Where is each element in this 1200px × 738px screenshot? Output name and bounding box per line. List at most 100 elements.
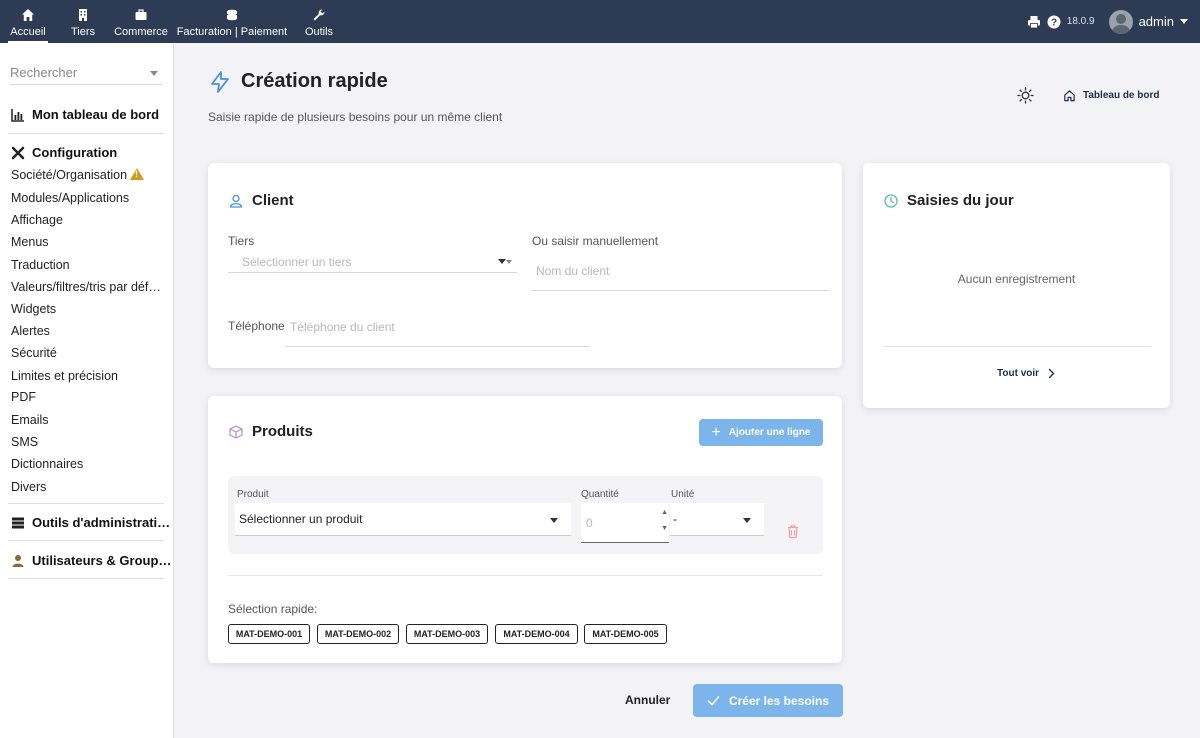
empty-state: Aucun enregistrement: [957, 272, 1076, 286]
box-icon: [229, 424, 243, 439]
nav-facturation[interactable]: Facturation | Paiement: [176, 0, 288, 43]
unit-column-label: Unité: [671, 489, 695, 500]
quick-chip[interactable]: MAT-DEMO-005: [584, 624, 667, 644]
divider: [8, 540, 164, 541]
sidebar-section-users[interactable]: Utilisateurs & Group…: [11, 553, 171, 568]
phone-label: Téléphone: [228, 319, 285, 333]
sidebar-item-divers[interactable]: Divers: [11, 480, 46, 494]
clock-icon: [884, 193, 898, 208]
product-select[interactable]: Sélectionner un produit: [235, 503, 571, 536]
sidebar-item-modules[interactable]: Modules/Applications: [11, 191, 129, 205]
chevron-down-icon: [506, 260, 512, 264]
tiers-select[interactable]: Sélectionner un tiers: [242, 255, 517, 273]
quick-chip[interactable]: MAT-DEMO-003: [406, 624, 488, 644]
spin-down-icon[interactable]: ▼: [661, 525, 668, 532]
sidebar-item-limites[interactable]: Limites et précision: [11, 369, 118, 383]
client-name-placeholder: Nom du client: [536, 264, 610, 278]
nav-label: Commerce: [114, 26, 168, 38]
nav-accueil[interactable]: Accueil: [8, 0, 48, 43]
underline: [532, 290, 829, 291]
trash-icon[interactable]: [786, 524, 800, 539]
sidebar-section-admin-tools[interactable]: Outils d'administrati…: [11, 515, 170, 530]
nav-outils[interactable]: Outils: [303, 0, 335, 43]
help-icon[interactable]: ?: [1047, 15, 1061, 29]
tiers-placeholder: Sélectionner un tiers: [242, 255, 352, 269]
chart-icon: [11, 108, 24, 122]
unit-select[interactable]: -: [670, 503, 764, 536]
quick-chip[interactable]: MAT-DEMO-004: [495, 624, 578, 644]
quick-chip[interactable]: MAT-DEMO-001: [228, 624, 310, 644]
sidebar-item-pdf[interactable]: PDF: [11, 390, 36, 404]
add-line-button[interactable]: + Ajouter une ligne: [699, 419, 823, 446]
sidebar-section-configuration[interactable]: Configuration: [11, 145, 117, 160]
chevron-down-icon: [150, 71, 158, 76]
product-select-value: Sélectionner un produit: [239, 512, 363, 526]
add-line-label: Ajouter une ligne: [728, 427, 811, 438]
home-outline-icon: [1064, 90, 1075, 102]
sun-icon[interactable]: [1017, 87, 1034, 104]
see-all-link[interactable]: Tout voir: [997, 368, 1056, 379]
sidebar-item-label: Mon tableau de bord: [32, 107, 160, 122]
sidebar-item-label: Société/Organisation: [11, 168, 128, 182]
quantity-column-label: Quantité: [581, 489, 619, 500]
version-label: 18.0.9: [1066, 16, 1095, 27]
search-placeholder: Rechercher: [10, 65, 78, 80]
underline: [286, 346, 590, 347]
quick-chip[interactable]: MAT-DEMO-002: [317, 624, 399, 644]
client-card-title: Client: [229, 192, 294, 209]
nav-label: Tiers: [70, 26, 96, 38]
sidebar-item-sms[interactable]: SMS: [11, 435, 38, 449]
sidebar-item-securite[interactable]: Sécurité: [11, 346, 57, 360]
topbar-right: ? 18.0.9 admin: [1027, 0, 1200, 43]
quantity-placeholder: 0: [586, 516, 593, 530]
spin-up-icon[interactable]: ▲: [661, 509, 668, 516]
print-icon[interactable]: [1027, 15, 1041, 29]
tiers-label: Tiers: [228, 234, 255, 248]
check-icon: [707, 696, 720, 706]
sidebar-item-societe[interactable]: Société/Organisation: [11, 168, 145, 182]
user-outline-icon: [229, 194, 243, 208]
sidebar-item-menus[interactable]: Menus: [11, 235, 49, 249]
server-icon: [12, 517, 24, 528]
cancel-button[interactable]: Annuler: [625, 693, 670, 707]
avatar[interactable]: [1108, 9, 1133, 34]
card-title-label: Saisies du jour: [907, 192, 1014, 209]
warning-icon: [130, 168, 145, 180]
sidebar-item-alertes[interactable]: Alertes: [11, 324, 50, 338]
card-title-label: Client: [252, 192, 294, 209]
phone-input[interactable]: Téléphone du client: [290, 320, 590, 338]
client-name-input[interactable]: Nom du client: [536, 264, 829, 282]
sidebar-item-widgets[interactable]: Widgets: [11, 302, 56, 316]
user-icon: [12, 554, 24, 567]
sidebar-item-traduction[interactable]: Traduction: [11, 258, 70, 272]
divider: [8, 503, 164, 504]
sidebar-item-dashboard[interactable]: Mon tableau de bord: [11, 107, 159, 122]
dashboard-link[interactable]: Tableau de bord: [1063, 89, 1160, 102]
sidebar-item-emails[interactable]: Emails: [11, 413, 49, 427]
tools-icon: [11, 146, 25, 159]
nav-commerce[interactable]: Commerce: [113, 0, 169, 43]
quantity-stepper[interactable]: 0 ▲ ▼: [581, 503, 669, 543]
search-input[interactable]: Rechercher: [10, 65, 162, 85]
divider: [8, 133, 164, 134]
chevron-down-icon[interactable]: [498, 259, 506, 264]
manual-label: Ou saisir manuellement: [532, 234, 659, 248]
sidebar-item-dictionnaires[interactable]: Dictionnaires: [11, 457, 83, 471]
briefcase-icon: [135, 9, 147, 20]
divider: [8, 578, 164, 579]
sidebar: Rechercher Mon tableau de bord Configura…: [0, 43, 174, 738]
chevron-down-icon[interactable]: [1180, 19, 1188, 24]
card-title-label: Produits: [252, 423, 313, 440]
sidebar-item-label: Configuration: [32, 145, 118, 160]
chevron-right-icon: [1048, 368, 1055, 379]
create-button-label: Créer les besoins: [728, 693, 830, 708]
create-button[interactable]: Créer les besoins: [693, 684, 843, 717]
wrench-icon: [313, 9, 325, 21]
sidebar-item-affichage[interactable]: Affichage: [11, 213, 63, 227]
top-bar: Accueil Tiers Commerce Facturation | Pai…: [0, 0, 1200, 43]
quick-select-label: Sélection rapide:: [228, 602, 318, 616]
nav-tiers[interactable]: Tiers: [68, 0, 98, 43]
sidebar-item-valeurs[interactable]: Valeurs/filtres/tris par déf…: [11, 280, 161, 294]
nav-label: Facturation | Paiement: [176, 26, 288, 38]
user-name[interactable]: admin: [1139, 14, 1174, 29]
